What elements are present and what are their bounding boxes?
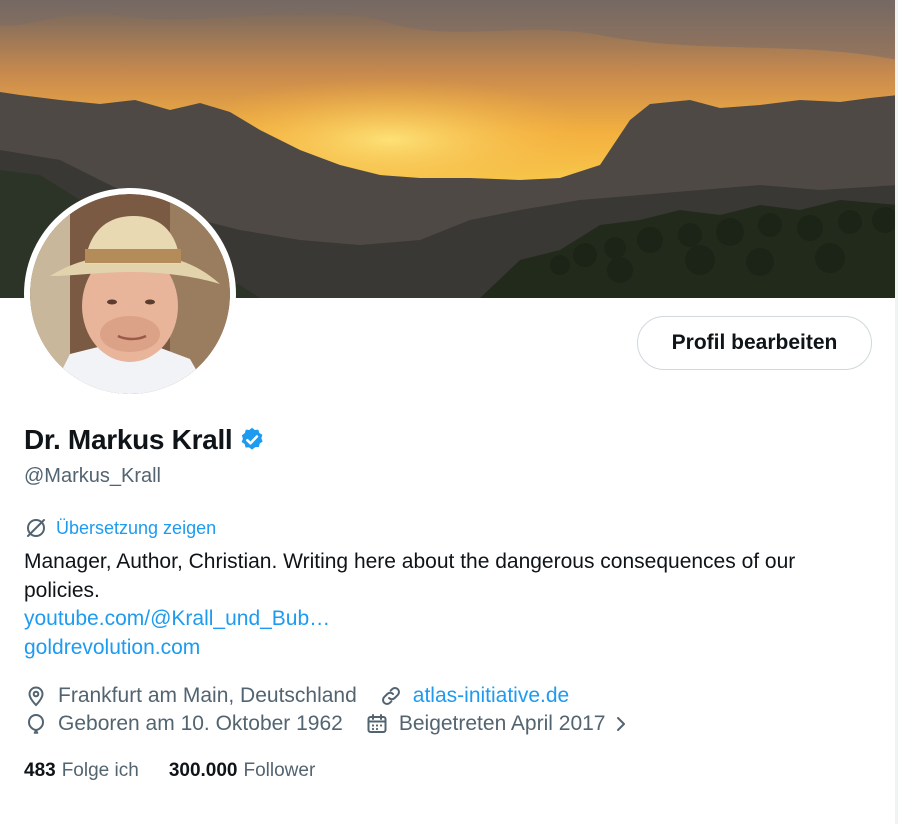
followers-count: 300.000 <box>168 760 238 781</box>
birthday-text: Geboren am 10. Oktober 1962 <box>58 712 343 735</box>
link-icon <box>381 687 400 705</box>
bio-link-goldrevolution[interactable]: goldrevolution.com <box>24 636 200 660</box>
calendar-icon <box>367 714 387 733</box>
profile-meta-row-1: Frankfurt am Main, Deutschland atlas-ini… <box>24 684 569 708</box>
followers-link[interactable]: 300.000 Follower <box>169 760 316 782</box>
chevron-right-icon[interactable] <box>612 712 630 736</box>
location-pin-icon <box>28 686 44 707</box>
profile-bio: Manager, Author, Christian. Writing here… <box>24 550 796 602</box>
following-label: Folge ich <box>61 760 139 781</box>
translate-icon <box>27 519 45 537</box>
location-text: Frankfurt am Main, Deutschland <box>58 684 357 707</box>
following-link[interactable]: 483 Folge ich <box>24 760 139 782</box>
profile-stats: 483 Folge ich 300.000 Follower <box>24 760 315 782</box>
avatar[interactable] <box>24 188 236 400</box>
profile-meta-row-2: Geboren am 10. Oktober 1962 Beigetreten … <box>24 712 630 736</box>
bio-link-youtube[interactable]: youtube.com/@Krall_und_Bub… <box>24 607 330 631</box>
followers-label: Follower <box>243 760 316 781</box>
profile-name-row: Dr. Markus Krall <box>24 424 266 456</box>
avatar-photo <box>30 194 230 394</box>
verified-badge-icon[interactable] <box>238 426 266 454</box>
following-count: 483 <box>24 760 56 781</box>
profile-handle: @Markus_Krall <box>24 465 162 487</box>
balloon-icon <box>27 713 45 734</box>
joined-text[interactable]: Beigetreten April 2017 <box>399 712 606 736</box>
display-name: Dr. Markus Krall <box>24 424 233 455</box>
website-link[interactable]: atlas-initiative.de <box>413 684 569 708</box>
translate-bio-link[interactable]: Übersetzung zeigen <box>24 516 216 540</box>
translate-label: Übersetzung zeigen <box>56 517 217 538</box>
edit-profile-button[interactable]: Profil bearbeiten <box>637 316 872 370</box>
